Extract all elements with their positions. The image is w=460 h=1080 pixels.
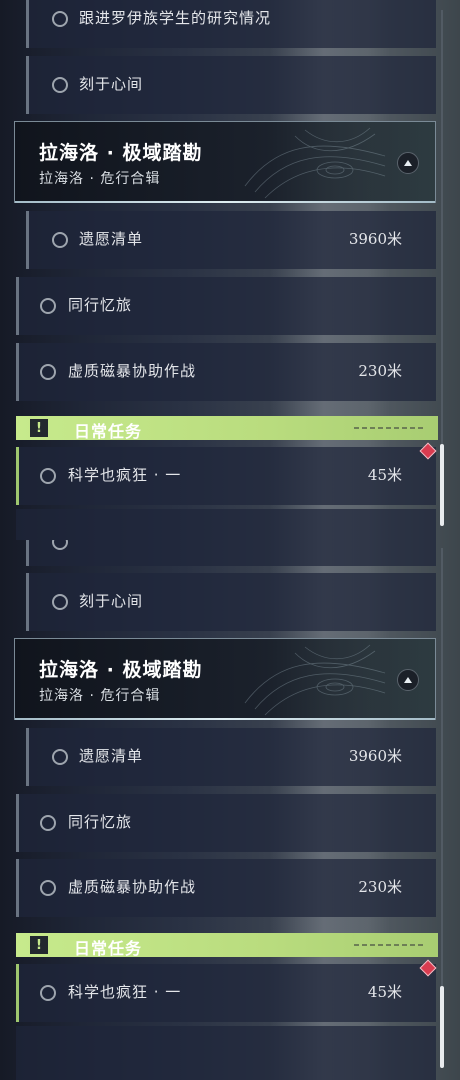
- quest-item-partial: [16, 509, 436, 540]
- quest-item-label: 虚质磁暴协助作战: [68, 362, 197, 380]
- quest-item-label: 同行忆旅: [68, 813, 133, 831]
- quest-item[interactable]: 同行忆旅: [16, 277, 436, 335]
- quest-circle-icon: [52, 540, 68, 550]
- quest-circle-icon: [52, 594, 68, 610]
- quest-circle-icon: [40, 298, 56, 314]
- daily-quest-header[interactable]: ! 日常任务: [16, 933, 438, 958]
- chevron-up-icon[interactable]: [397, 152, 419, 174]
- scrollbar-thumb[interactable]: [440, 986, 444, 1068]
- quest-circle-icon: [40, 364, 56, 380]
- quest-item[interactable]: 跟进罗伊族学生的研究情况: [26, 0, 436, 48]
- quest-circle-icon: [52, 749, 68, 765]
- chapter-underline: [15, 201, 435, 203]
- quest-item-label: 刻于心间: [79, 592, 144, 610]
- quest-item-bar: [16, 859, 19, 917]
- quest-circle-icon: [52, 232, 68, 248]
- quest-item-bar: [16, 794, 19, 852]
- quest-circle-icon: [40, 468, 56, 484]
- quest-item-label: 刻于心间: [79, 75, 144, 93]
- quest-circle-icon: [52, 77, 68, 93]
- quest-item-bar: [16, 343, 19, 401]
- quest-distance: 230米: [358, 362, 402, 380]
- quest-circle-icon: [40, 985, 56, 1001]
- quest-item-bar: [26, 573, 29, 631]
- quest-item[interactable]: 虚质磁暴协助作战 230米: [16, 859, 436, 917]
- quest-distance: 3960米: [348, 747, 402, 765]
- topography-pattern: [244, 127, 386, 199]
- exclamation-icon: !: [30, 419, 48, 437]
- quest-distance: 45米: [367, 983, 402, 1001]
- daily-quest-title: 日常任务: [74, 939, 143, 958]
- header-decoration: [354, 427, 424, 429]
- chapter-subtitle: 拉海洛 · 危行合辑: [39, 171, 161, 187]
- quest-item[interactable]: 科学也疯狂 · 一 45米: [16, 447, 436, 505]
- quest-panel-top: 跟进罗伊族学生的研究情况 刻于心间 拉海洛 · 极域踏勘 拉海洛 · 危行合辑: [0, 0, 460, 540]
- quest-item-label: 遗愿清单: [79, 747, 144, 765]
- exclamation-icon: !: [30, 936, 48, 954]
- quest-item-label: 同行忆旅: [68, 296, 133, 314]
- chapter-underline: [15, 718, 435, 720]
- quest-item[interactable]: 遗愿清单 3960米: [26, 728, 436, 786]
- chapter-header[interactable]: 拉海洛 · 极域踏勘 拉海洛 · 危行合辑: [14, 638, 436, 720]
- quest-distance: 230米: [358, 878, 402, 896]
- quest-distance: 3960米: [348, 230, 402, 248]
- quest-item-bar: [16, 447, 19, 505]
- quest-item[interactable]: 遗愿清单 3960米: [26, 211, 436, 269]
- chapter-title: 拉海洛 · 极域踏勘: [39, 142, 203, 164]
- quest-circle-icon: [52, 11, 68, 27]
- quest-item-label: 遗愿清单: [79, 230, 144, 248]
- quest-item-label: 科学也疯狂 · 一: [68, 983, 182, 1001]
- quest-item-bar: [26, 728, 29, 786]
- scrollbar-thumb[interactable]: [440, 444, 444, 526]
- quest-item[interactable]: 刻于心间: [26, 573, 436, 631]
- quest-item[interactable]: 虚质磁暴协助作战 230米: [16, 343, 436, 401]
- quest-item-label: 跟进罗伊族学生的研究情况: [79, 9, 272, 27]
- chapter-subtitle: 拉海洛 · 危行合辑: [39, 688, 161, 704]
- chevron-up-icon[interactable]: [397, 669, 419, 691]
- daily-quest-title: 日常任务: [74, 422, 143, 441]
- quest-item-bar: [26, 540, 29, 566]
- quest-item-label: 科学也疯狂 · 一: [68, 466, 182, 484]
- topography-pattern: [244, 644, 386, 716]
- quest-circle-icon: [40, 880, 56, 896]
- daily-quest-header[interactable]: ! 日常任务: [16, 416, 438, 441]
- header-decoration: [354, 944, 424, 946]
- quest-tracker-screen: 跟进罗伊族学生的研究情况 刻于心间 拉海洛 · 极域踏勘 拉海洛 · 危行合辑: [0, 0, 460, 1080]
- quest-item-label: 虚质磁暴协助作战: [68, 878, 197, 896]
- quest-item[interactable]: 刻于心间: [26, 56, 436, 114]
- quest-item[interactable]: 同行忆旅: [16, 794, 436, 852]
- quest-item-partial[interactable]: [26, 540, 436, 566]
- quest-item-bar: [26, 211, 29, 269]
- quest-item-bar: [16, 277, 19, 335]
- quest-panel-bottom: 刻于心间 拉海洛 · 极域踏勘 拉海洛 · 危行合辑 遗愿清单 3960米 同行…: [0, 540, 460, 1080]
- quest-item-bar: [26, 0, 29, 48]
- quest-item[interactable]: 科学也疯狂 · 一 45米: [16, 964, 436, 1022]
- quest-item-bar: [26, 56, 29, 114]
- quest-circle-icon: [40, 815, 56, 831]
- chapter-title: 拉海洛 · 极域踏勘: [39, 659, 203, 681]
- quest-item-bar: [16, 964, 19, 1022]
- quest-item-partial: [16, 1026, 436, 1080]
- quest-distance: 45米: [367, 466, 402, 484]
- chapter-header[interactable]: 拉海洛 · 极域踏勘 拉海洛 · 危行合辑: [14, 121, 436, 203]
